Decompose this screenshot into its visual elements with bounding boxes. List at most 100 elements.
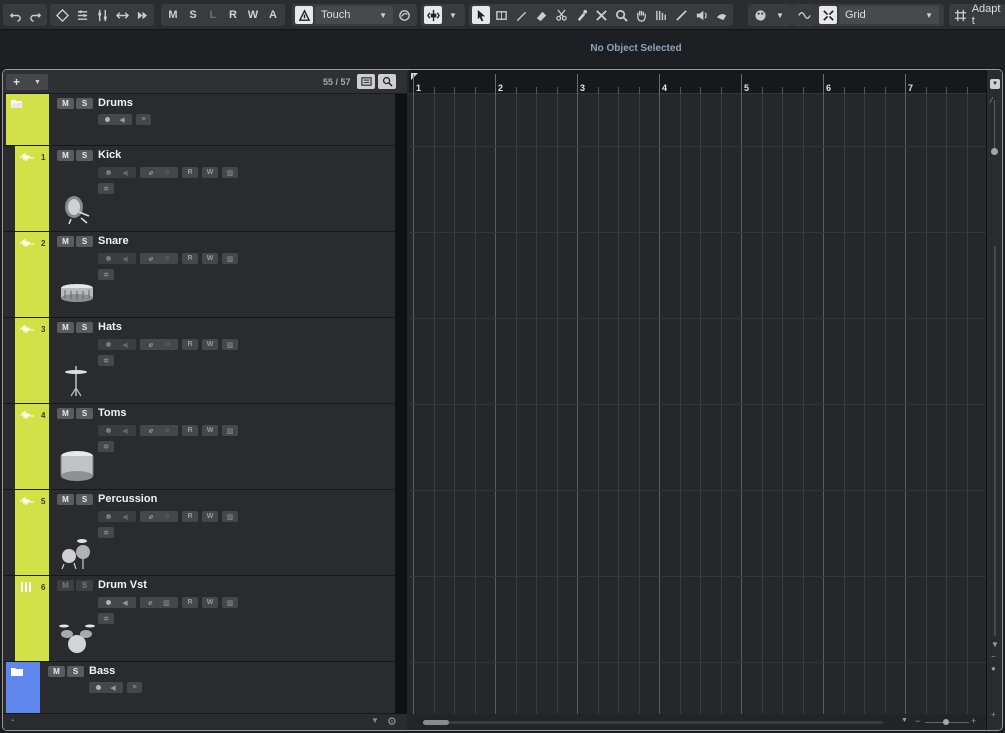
solo-button[interactable]: S [76, 236, 93, 247]
read-state-button[interactable]: R [224, 6, 242, 24]
pencil-icon[interactable]: ⁄ [991, 96, 992, 105]
record-monitor-button[interactable]: ◀ [98, 114, 132, 125]
lanes-icon[interactable]: ≡ [127, 682, 142, 693]
zoom-presets-icon[interactable]: ▼ [990, 79, 1000, 89]
solo-state-button[interactable]: S [184, 6, 202, 24]
write-automation-button[interactable]: W [202, 339, 218, 350]
keyboard-icon[interactable]: ▥ [222, 339, 238, 350]
read-automation-button[interactable]: R [182, 167, 198, 178]
keyboard-icon[interactable]: ▥ [222, 253, 238, 264]
minus-icon[interactable]: - [11, 715, 14, 726]
hand-tool-icon[interactable] [632, 6, 650, 24]
grid-icon[interactable] [952, 6, 970, 24]
mute-button[interactable]: M [57, 580, 74, 591]
grid-adapt-label[interactable]: Adapt t [972, 3, 1005, 27]
insert-effects-icon[interactable]: ✲ [98, 355, 114, 366]
mute-state-button[interactable]: M [164, 6, 182, 24]
track-row-hats[interactable]: 3 M S Hats ◀ ℯ ○ R W ▥ ✲ [3, 318, 395, 404]
track-name[interactable]: Kick [98, 149, 121, 161]
read-automation-button[interactable]: R [182, 597, 198, 608]
snap-zero-crossing-icon[interactable] [795, 6, 813, 24]
autoscroll-icon[interactable] [424, 6, 442, 24]
track-name[interactable]: Toms [98, 407, 127, 419]
record-monitor-button[interactable]: ◀ [98, 167, 136, 178]
zoom-out-icon[interactable]: − [991, 652, 996, 661]
undo-icon[interactable] [6, 6, 24, 24]
chevron-down-icon[interactable]: ▼ [991, 640, 999, 649]
read-automation-button[interactable]: R [182, 339, 198, 350]
insert-effects-icon[interactable]: ✲ [98, 527, 114, 538]
zoom-out-icon[interactable]: − [915, 716, 920, 726]
track-list-scrollbar[interactable] [395, 94, 407, 714]
record-monitor-button[interactable]: ◀ [98, 511, 136, 522]
edit-freeze-button[interactable]: ℯ ○ [140, 511, 178, 522]
track-name[interactable]: Bass [89, 665, 115, 677]
mute-button[interactable]: M [57, 98, 74, 109]
folder-icon[interactable] [10, 666, 24, 677]
object-selection-tool-icon[interactable] [472, 6, 490, 24]
solo-button[interactable]: S [76, 494, 93, 505]
zoom-tool-icon[interactable] [612, 6, 630, 24]
chevron-down-icon[interactable]: ▼ [371, 716, 379, 725]
vertical-zoom-slider[interactable] [994, 100, 995, 148]
record-monitor-button[interactable]: ◀ [98, 253, 136, 264]
automation-mode-icon[interactable] [295, 6, 313, 24]
scrollbar-thumb[interactable] [423, 720, 449, 725]
horizontal-scrollbar[interactable] [423, 720, 883, 725]
vertical-zoom-knob[interactable] [991, 148, 998, 155]
track-row-toms[interactable]: 4 M S Toms ◀ ℯ ○ R W ▥ ✲ [3, 404, 395, 490]
snap-icon[interactable] [819, 6, 837, 24]
insert-effects-icon[interactable]: ✲ [98, 613, 114, 624]
horizontal-zoom[interactable]: ▼ − + [901, 716, 983, 728]
redo-icon[interactable] [26, 6, 44, 24]
edit-freeze-button[interactable]: ℯ ○ [140, 425, 178, 436]
edit-freeze-button[interactable]: ℯ ○ [140, 167, 178, 178]
track-row-drums[interactable]: M S Drums ◀ ≡ [3, 94, 395, 146]
mute-button[interactable]: M [57, 150, 74, 161]
timeline-ruler[interactable]: 1 2 3 4 5 6 7 [409, 70, 986, 94]
track-row-snare[interactable]: 2 M S Snare ◀ ℯ ○ R W ▥ ✲ [3, 232, 395, 318]
event-display[interactable]: 1 2 3 4 5 6 7 ▼ − + [409, 70, 986, 730]
write-automation-button[interactable]: W [202, 597, 218, 608]
snap-type-select[interactable]: Grid ▼ [839, 6, 939, 24]
time-warp-tool-icon[interactable] [652, 6, 670, 24]
vertical-scrollbar[interactable] [994, 246, 996, 636]
track-row-drum-vst[interactable]: 6 M S Drum Vst ◀ ℯ ▥ R W ▥ ✲ [3, 576, 395, 662]
write-automation-button[interactable]: W [202, 167, 218, 178]
track-name[interactable]: Percussion [98, 493, 157, 505]
mute-tool-icon[interactable] [592, 6, 610, 24]
mute-button[interactable]: M [48, 666, 65, 677]
keyboard-icon[interactable]: ▥ [222, 425, 238, 436]
insert-effects-icon[interactable]: ✲ [98, 441, 114, 452]
range-selection-tool-icon[interactable] [492, 6, 510, 24]
zoom-in-icon[interactable]: + [971, 716, 976, 726]
auto-state-button[interactable]: A [264, 6, 282, 24]
list-view-icon[interactable] [357, 74, 375, 89]
track-name[interactable]: Hats [98, 321, 122, 333]
record-monitor-button[interactable]: ◀ [98, 597, 136, 608]
track-row-bass[interactable]: M S Bass ◀ ≡ [3, 662, 395, 714]
track-row-percussion[interactable]: 5 M S Percussion ◀ ℯ ○ R W ▥ ✲ [3, 490, 395, 576]
mute-button[interactable]: M [57, 408, 74, 419]
mute-button[interactable]: M [57, 494, 74, 505]
solo-button[interactable]: S [76, 580, 93, 591]
record-monitor-button[interactable]: ◀ [89, 682, 123, 693]
track-name[interactable]: Drums [98, 97, 133, 109]
zoom-in-icon[interactable]: + [991, 710, 996, 719]
constrain-icon[interactable] [53, 6, 71, 24]
write-automation-button[interactable]: W [202, 253, 218, 264]
solo-button[interactable]: S [76, 408, 93, 419]
erase-tool-icon[interactable] [532, 6, 550, 24]
insert-effects-icon[interactable]: ✲ [98, 269, 114, 280]
track-name[interactable]: Drum Vst [98, 579, 147, 591]
chevron-down-icon[interactable]: ▼ [901, 717, 908, 724]
edit-link-icon[interactable] [395, 6, 413, 24]
zoom-slider-knob[interactable] [943, 719, 949, 725]
listen-state-button[interactable]: L [204, 6, 222, 24]
mute-button[interactable]: M [57, 322, 74, 333]
comp-tool-icon[interactable] [712, 6, 730, 24]
fast-forward-icon[interactable] [133, 6, 151, 24]
line-tool-icon[interactable] [672, 6, 690, 24]
read-automation-button[interactable]: R [182, 253, 198, 264]
solo-button[interactable]: S [76, 322, 93, 333]
